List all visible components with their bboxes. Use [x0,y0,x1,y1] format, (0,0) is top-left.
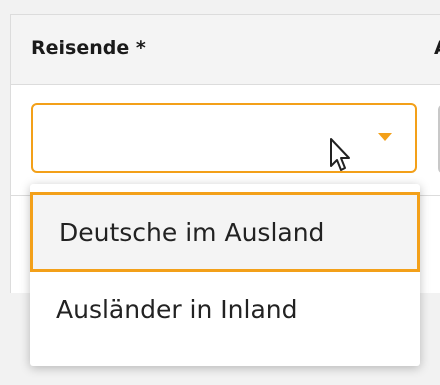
chevron-down-icon[interactable] [378,133,392,141]
column-title-reisende: Reisende * [31,37,146,59]
column-title-next: A [434,37,440,59]
dropdown-option-auslaender-in-inland[interactable]: Ausländer in Inland [30,274,420,344]
select-dropdown-menu: Deutsche im Ausland Ausländer in Inland [30,184,420,366]
dropdown-option-deutsche-im-ausland[interactable]: Deutsche im Ausland [30,192,420,272]
table-header-row: Reisende * A [11,15,440,85]
mouse-pointer-icon [330,138,350,171]
reisende-select[interactable] [31,103,417,173]
